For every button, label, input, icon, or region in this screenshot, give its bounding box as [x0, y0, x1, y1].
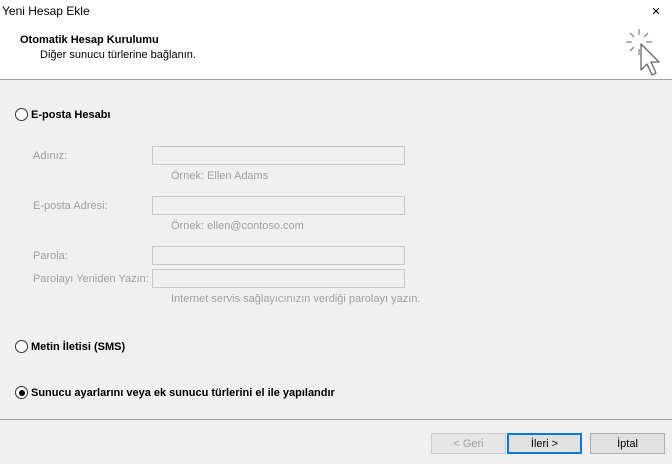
manual-setup-label: Sunucu ayarlarını veya ek sunucu türleri… — [31, 386, 335, 399]
password-field[interactable] — [152, 246, 405, 265]
name-hint: Örnek: Ellen Adams — [171, 170, 269, 182]
close-icon: × — [651, 2, 661, 20]
name-label: Adınız: — [33, 150, 68, 162]
email-account-radio[interactable] — [15, 108, 28, 121]
header-subtitle: Diğer sunucu türlerine bağlanın. — [40, 49, 196, 61]
email-account-option[interactable]: E-posta Hesabı — [15, 108, 110, 121]
footer-divider — [0, 419, 672, 420]
password-confirm-label: Parolayı Yeniden Yazın: — [33, 273, 149, 285]
manual-setup-radio[interactable] — [15, 386, 28, 399]
email-hint: Örnek: ellen@contoso.com — [171, 220, 304, 232]
cancel-button[interactable]: İptal — [590, 433, 665, 454]
email-label: E-posta Adresi: — [33, 200, 108, 212]
sms-radio[interactable] — [15, 340, 28, 353]
email-field[interactable] — [152, 196, 405, 215]
password-hint: Internet servis sağlayıcınızın verdiği p… — [171, 293, 421, 305]
password-label: Parola: — [33, 250, 68, 262]
header-title: Otomatik Hesap Kurulumu — [20, 34, 159, 46]
window-title: Yeni Hesap Ekle — [2, 4, 90, 18]
next-button[interactable]: İleri > — [507, 433, 582, 454]
password-confirm-field[interactable] — [152, 269, 405, 288]
close-button[interactable]: × — [640, 0, 672, 22]
back-button[interactable]: < Geri — [431, 433, 506, 454]
name-field[interactable] — [152, 146, 405, 165]
sms-label: Metin İletisi (SMS) — [31, 340, 126, 353]
manual-setup-option[interactable]: Sunucu ayarlarını veya ek sunucu türleri… — [15, 386, 335, 399]
title-bar: Yeni Hesap Ekle × — [0, 0, 672, 22]
wizard-header: Otomatik Hesap Kurulumu Diğer sunucu tür… — [0, 22, 672, 80]
sms-option[interactable]: Metin İletisi (SMS) — [15, 340, 125, 353]
cursor-sparkle-icon — [626, 29, 660, 76]
email-account-label: E-posta Hesabı — [31, 108, 111, 121]
